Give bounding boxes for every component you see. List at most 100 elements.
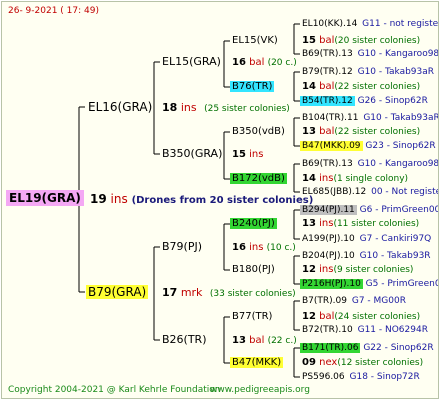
gen2-note-3: (22 c.) <box>267 336 297 346</box>
gen3-node-0[interactable]: EL15(VK) <box>230 35 280 47</box>
gen2-info-1: 15 ins <box>232 149 263 161</box>
root-queen[interactable]: EL19(GRA) <box>6 190 84 206</box>
gen2-info-3: 13 bal (22 c.) <box>232 335 297 347</box>
gen3-node-7[interactable]: B47(MKK) <box>230 357 284 369</box>
gen4-row-12[interactable]: B7(TR).09 G7 - MG00R <box>300 295 406 307</box>
gen4-row-9[interactable]: A199(PJ).10 G7 - Cankiri97Q <box>300 233 431 245</box>
gen4-name-7: EL685(JBB).12 <box>302 187 367 197</box>
gen4-code-4: G10 - Takab93aR <box>363 113 439 123</box>
gen3-info-0: 15 bal(20 sister colonies) <box>302 35 420 47</box>
gen3-note-2: (22 sister colonies) <box>334 127 421 137</box>
gen3-info-6: 12 bal(24 sister colonies) <box>302 311 420 323</box>
gen4-name-2: B79(TR).12 <box>302 67 353 77</box>
gen3-ins-2: bal <box>319 126 335 137</box>
gen3-node-1[interactable]: B76(TR) <box>230 81 275 93</box>
gen4-row-8[interactable]: B294(PJ).11 G6 - PrimGreen00 <box>300 204 438 216</box>
gen3-node-6[interactable]: B77(TR) <box>230 311 274 323</box>
gen2-info-2: 16 ins (10 c.) <box>232 242 296 254</box>
gen3-num-6: 12 <box>302 311 316 322</box>
gen4-row-0[interactable]: EL10(KK).14 G11 - not registe <box>300 18 438 30</box>
gen2-node-0[interactable]: EL15(GRA) <box>160 56 223 68</box>
gen3-info-7: 09 nex(12 sister colonies) <box>302 357 423 369</box>
gen4-name-6: B69(TR).13 <box>302 159 353 169</box>
gen4-row-11[interactable]: P216H(PJ).10 G5 - PrimGreen00 <box>300 278 438 290</box>
gen3-node-4[interactable]: B240(PJ) <box>230 218 277 230</box>
gen4-row-13[interactable]: B72(TR).10 G11 - NO6294R <box>300 324 428 336</box>
gen4-name-9: A199(PJ).10 <box>302 234 355 244</box>
gen4-row-6[interactable]: B69(TR).13 G10 - Kangaroo98R <box>300 158 439 170</box>
gen3-name-6: B77(TR) <box>232 311 273 322</box>
gen3-node-5[interactable]: B180(PJ) <box>230 264 277 276</box>
gen4-row-15[interactable]: PS596.06 G18 - Sinop72R <box>300 371 420 383</box>
gen4-name-14: B171(TR).06 <box>300 343 361 353</box>
gen2-ins-0: bal <box>249 57 265 68</box>
gen2-node-2[interactable]: B79(PJ) <box>160 241 204 253</box>
website-link[interactable]: www.pedigreeapis.org <box>210 384 310 396</box>
gen3-note-5: (9 sister colonies) <box>333 265 414 275</box>
gen4-row-1[interactable]: B69(TR).13 G10 - Kangaroo98R <box>300 48 438 60</box>
copyright-text: Copyright 2004-2021 @ Karl Kehrle Founda… <box>8 385 221 395</box>
gen3-name-7: B47(MKK) <box>230 357 284 368</box>
gen1-node-0[interactable]: EL16(GRA) <box>86 101 154 113</box>
gen2-num-3: 13 <box>232 335 246 346</box>
gen3-ins-5: ins <box>319 264 334 275</box>
gen4-row-7[interactable]: EL685(JBB).12 00 - Not registe <box>300 186 439 198</box>
root-note: (Drones from 20 sister colonies) <box>131 195 314 206</box>
gen3-node-2[interactable]: B350(vdB) <box>230 126 287 138</box>
gen1-name-0: EL16(GRA) <box>88 100 153 114</box>
gen2-name-2: B79(PJ) <box>162 240 203 253</box>
gen2-name-1: B350(GRA) <box>162 147 223 160</box>
root-name: EL19(GRA) <box>6 190 84 206</box>
gen3-name-3: B172(vdB) <box>230 173 287 184</box>
gen3-num-1: 14 <box>302 81 316 92</box>
gen3-info-4: 13 ins(11 sister colonies) <box>302 218 419 230</box>
gen3-num-5: 12 <box>302 264 316 275</box>
gen1-num-0: 18 <box>162 101 178 114</box>
gen3-node-3[interactable]: B172(vdB) <box>230 173 287 185</box>
gen3-note-0: (20 sister colonies) <box>334 36 421 46</box>
gen2-ins-3: bal <box>249 335 265 346</box>
root-ins: ins <box>110 192 128 206</box>
pedigree-chart: 26- 9-2021 ( 17: 49) Copyright 2004-2021… <box>1 1 439 399</box>
gen1-node-1[interactable]: B79(GRA) <box>86 285 149 299</box>
gen4-code-6: G10 - Kangaroo98R <box>357 159 439 169</box>
gen4-name-3: B54(TR).12 <box>300 96 355 106</box>
gen3-name-1: B76(TR) <box>230 81 275 92</box>
root-info: 19 ins (Drones from 20 sister colonies) <box>90 193 313 207</box>
gen2-info-0: 16 bal (20 c.) <box>232 57 297 69</box>
gen3-note-6: (24 sister colonies) <box>334 312 421 322</box>
gen3-num-4: 13 <box>302 218 316 229</box>
gen2-node-3[interactable]: B26(TR) <box>160 334 209 346</box>
gen3-ins-6: bal <box>319 311 335 322</box>
root-number: 19 <box>90 192 107 206</box>
gen4-name-11: P216H(PJ).10 <box>300 279 363 289</box>
gen4-row-4[interactable]: B104(TR).11 G10 - Takab93aR <box>300 112 439 124</box>
gen3-ins-1: bal <box>319 81 335 92</box>
gen3-name-5: B180(PJ) <box>232 264 275 275</box>
gen4-name-10: B204(PJ).10 <box>302 251 355 261</box>
gen2-node-1[interactable]: B350(GRA) <box>160 148 224 160</box>
gen4-row-2[interactable]: B79(TR).12 G10 - Takab93aR <box>300 66 434 78</box>
gen4-code-7: 00 - Not registe <box>371 187 439 197</box>
gen2-num-0: 16 <box>232 57 246 68</box>
gen4-code-5: G23 - Sinop62R <box>365 141 436 151</box>
gen2-name-3: B26(TR) <box>162 333 207 346</box>
gen3-info-3: 14 ins(1 single colony) <box>302 173 408 185</box>
gen4-row-10[interactable]: B204(PJ).10 G10 - Takab93R <box>300 250 431 262</box>
gen3-num-7: 09 <box>302 357 316 368</box>
gen4-row-5[interactable]: B47(MKK).09 G23 - Sinop62R <box>300 140 436 152</box>
gen1-note-1: (33 sister colonies) <box>209 289 296 299</box>
date-header: 26- 9-2021 ( 17: 49) <box>8 6 99 16</box>
gen4-code-2: G10 - Takab93aR <box>357 67 435 77</box>
gen1-note-0: (25 sister colonies) <box>204 104 290 114</box>
gen3-ins-0: bal <box>319 35 335 46</box>
gen1-info-0: 18 ins (25 sister colonies) <box>162 102 290 115</box>
gen4-row-14[interactable]: B171(TR).06 G22 - Sinop62R <box>300 342 434 354</box>
gen2-ins-1: ins <box>249 149 264 160</box>
gen2-num-2: 16 <box>232 242 246 253</box>
gen4-name-13: B72(TR).10 <box>302 325 353 335</box>
gen3-note-4: (11 sister colonies) <box>333 219 420 229</box>
gen4-code-0: G11 - not registe <box>362 19 439 29</box>
gen4-row-3[interactable]: B54(TR).12 G26 - Sinop62R <box>300 95 428 107</box>
gen1-num-1: 17 <box>162 286 178 299</box>
